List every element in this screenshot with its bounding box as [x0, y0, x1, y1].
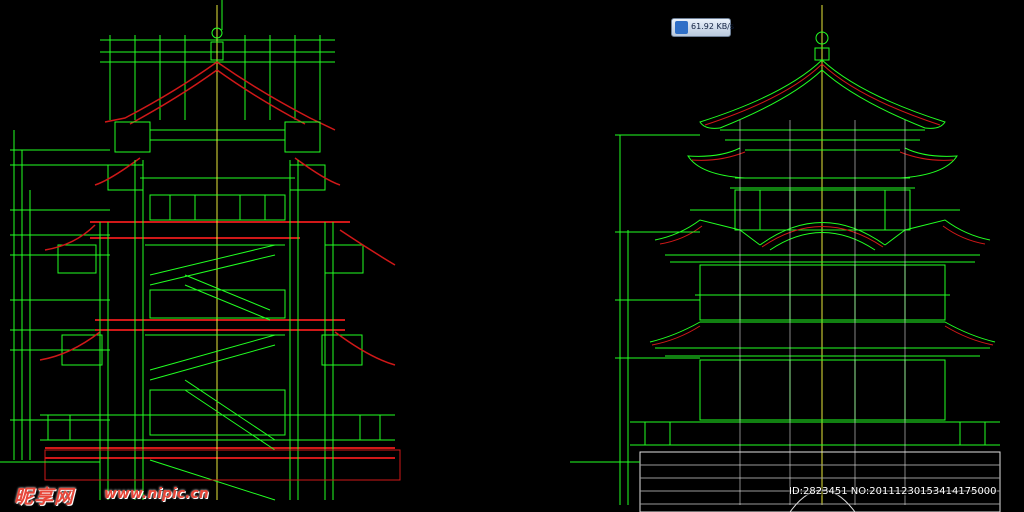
watermark-id: ID:2823451 NO:20111230153414175000	[789, 486, 997, 497]
left-bracket-clusters	[57, 121, 364, 366]
network-speed-icon	[675, 21, 688, 34]
left-columns	[99, 110, 334, 500]
right-dimension-chain	[570, 134, 700, 505]
watermark-logo: 昵享网	[14, 486, 75, 508]
left-spire	[210, 0, 224, 110]
section-drawing	[0, 0, 401, 501]
left-interior-stairs	[145, 244, 285, 501]
watermark-url: www.nipic.cn	[104, 486, 209, 502]
elevation-drawing	[570, 5, 1001, 512]
left-top-roof	[104, 61, 336, 131]
network-speed-badge: 61.92 KB/s	[671, 18, 735, 37]
right-upper-story	[690, 189, 960, 231]
network-speed-text: 61.92 KB/s	[691, 22, 735, 31]
left-floor-beams	[45, 221, 395, 459]
left-dimension-chain	[10, 130, 110, 460]
right-brick-base	[639, 451, 1001, 512]
right-balustrade	[630, 421, 1000, 446]
cad-drawing-canvas	[0, 0, 1001, 512]
